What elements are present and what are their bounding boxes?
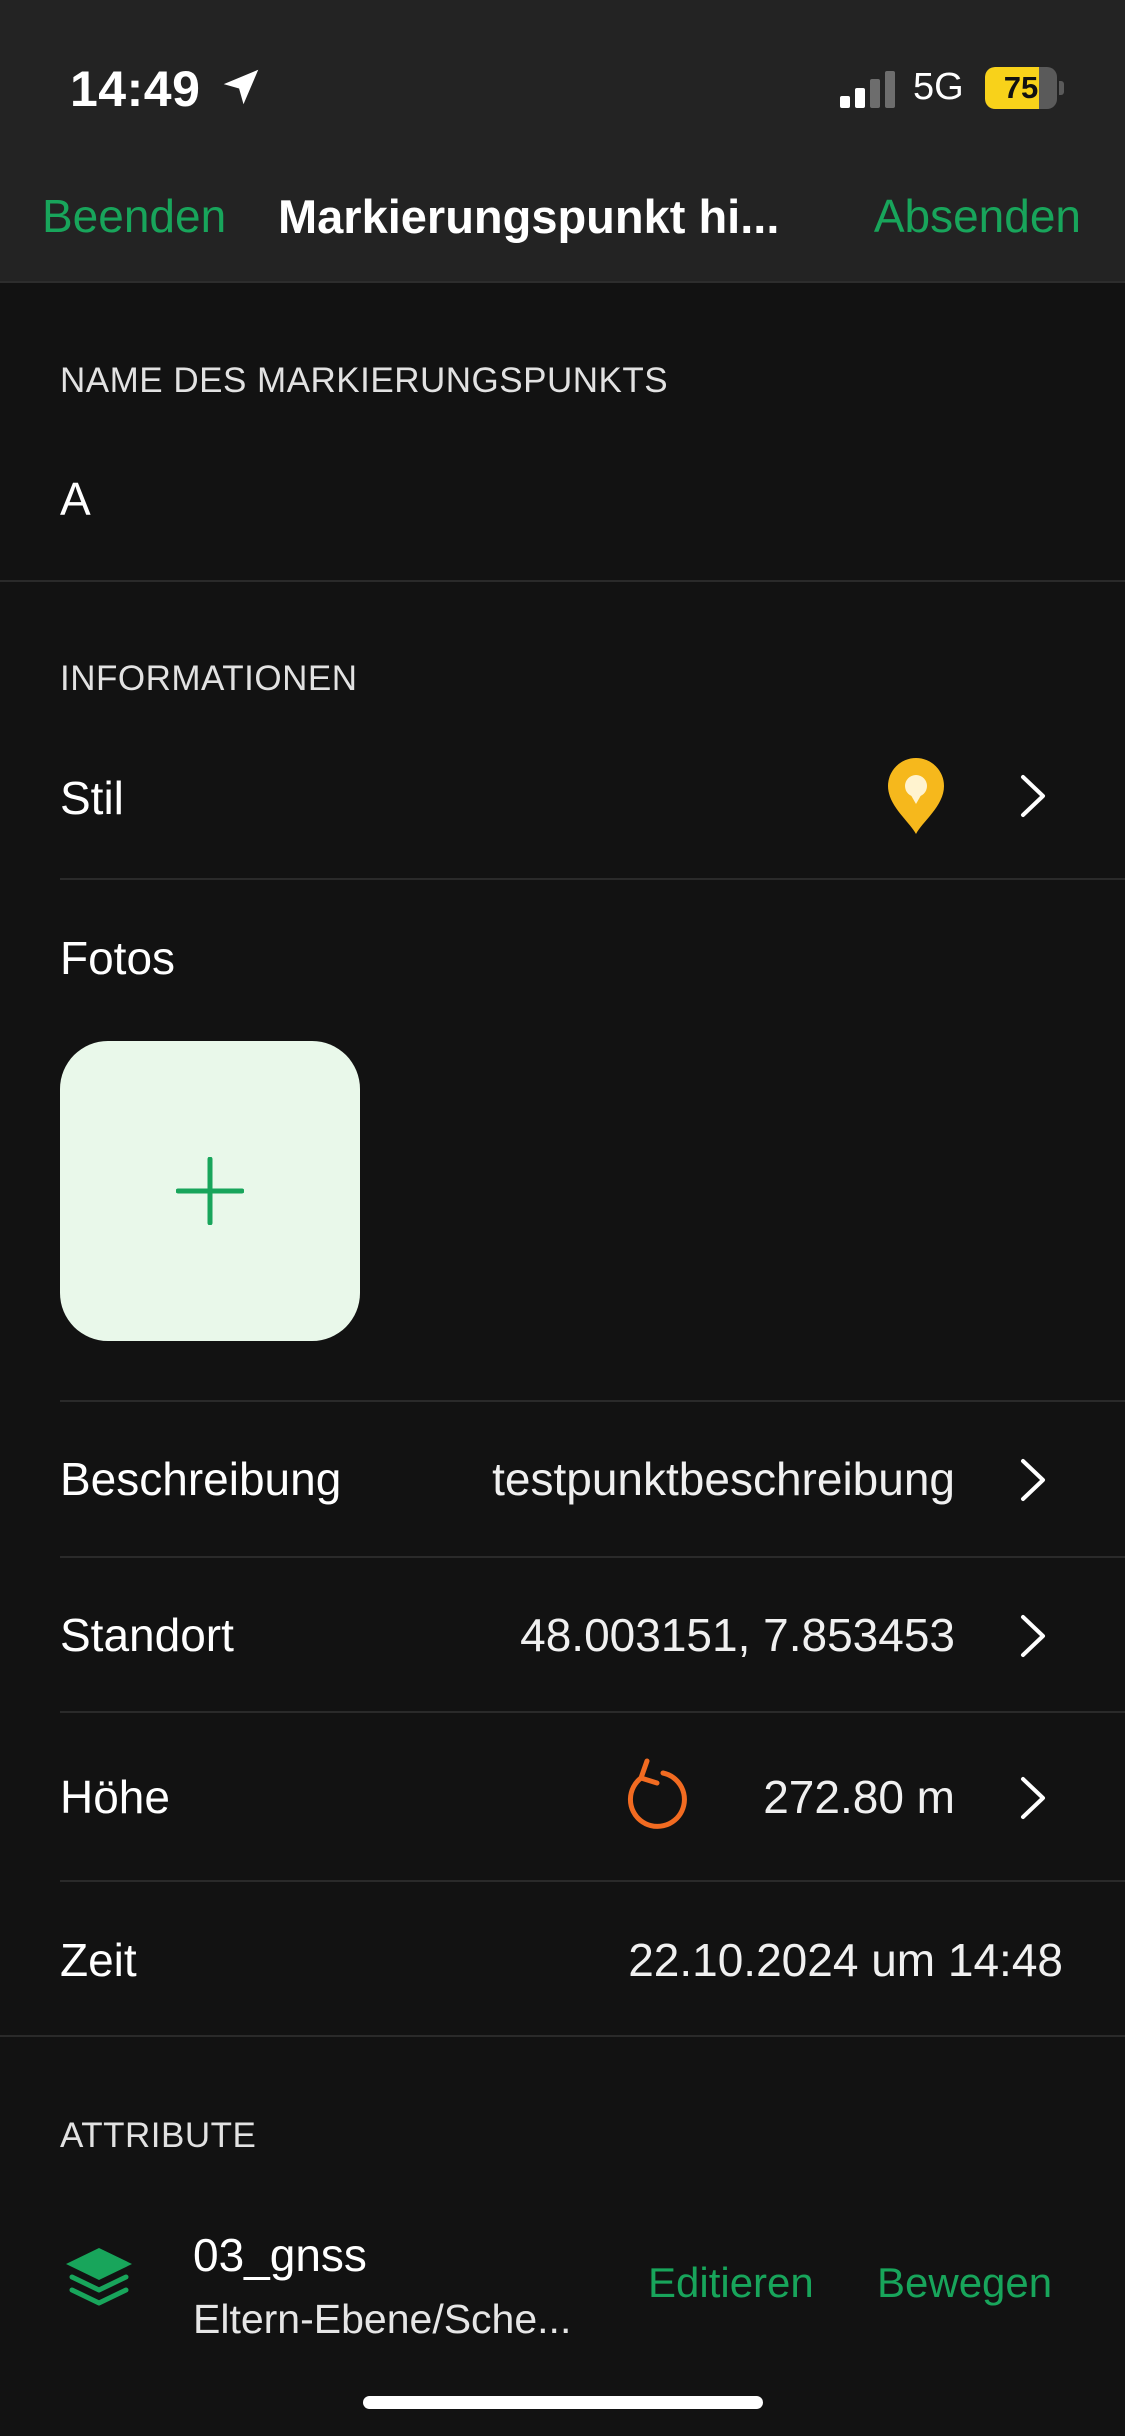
time-label: Zeit bbox=[60, 1934, 137, 1986]
location-value: 48.003151, 7.853453 bbox=[520, 1609, 955, 1661]
move-button[interactable]: Bewegen bbox=[877, 2259, 1052, 2307]
description-value: testpunktbeschreibung bbox=[492, 1453, 955, 1505]
map-pin-icon bbox=[888, 758, 944, 834]
add-photo-button[interactable] bbox=[60, 1041, 360, 1341]
info-section-header: INFORMATIONEN bbox=[60, 659, 358, 698]
top-chrome: 14:49 5G 75 Beenden Markierungspunkt hi.… bbox=[0, 0, 1125, 283]
divider bbox=[60, 1556, 1125, 1558]
battery-percent: 75 bbox=[1003, 70, 1039, 105]
chevron-right-icon bbox=[1021, 775, 1045, 817]
submit-button[interactable]: Absenden bbox=[874, 189, 1081, 243]
screen: 14:49 5G 75 Beenden Markierungspunkt hi.… bbox=[0, 0, 1125, 2436]
divider bbox=[60, 878, 1125, 880]
chevron-right-icon bbox=[1021, 1777, 1045, 1819]
page-title: Markierungspunkt hi... bbox=[278, 190, 780, 243]
chevron-right-icon bbox=[1021, 1459, 1045, 1501]
battery-body: 75 bbox=[985, 67, 1057, 109]
plus-icon bbox=[176, 1157, 244, 1225]
attribute-title: 03_gnss bbox=[193, 2229, 367, 2281]
divider bbox=[60, 1880, 1125, 1882]
description-label: Beschreibung bbox=[60, 1453, 342, 1505]
location-label: Standort bbox=[60, 1609, 234, 1661]
refresh-icon[interactable] bbox=[615, 1753, 691, 1833]
time-value: 22.10.2024 um 14:48 bbox=[628, 1934, 1063, 1986]
divider bbox=[60, 1400, 1125, 1402]
status-bar: 14:49 5G 75 bbox=[0, 0, 1125, 175]
edit-button[interactable]: Editieren bbox=[648, 2259, 814, 2307]
status-time: 14:49 bbox=[70, 61, 201, 117]
network-type: 5G bbox=[913, 66, 964, 108]
style-label: Stil bbox=[60, 772, 124, 824]
divider bbox=[60, 1711, 1125, 1713]
name-section-header: NAME DES MARKIERUNGSPUNKTS bbox=[60, 361, 669, 400]
attribute-subtitle: Eltern-Ebene/Sche... bbox=[193, 2296, 572, 2342]
divider bbox=[0, 580, 1125, 582]
signal-icon bbox=[840, 71, 895, 108]
layers-icon bbox=[66, 2248, 132, 2306]
altitude-value: 272.80 m bbox=[763, 1771, 955, 1823]
location-arrow-icon bbox=[223, 69, 259, 105]
attributes-section-header: ATTRIBUTE bbox=[60, 2116, 257, 2155]
battery-icon: 75 bbox=[985, 67, 1065, 109]
photos-label: Fotos bbox=[60, 932, 176, 984]
cancel-button[interactable]: Beenden bbox=[42, 189, 226, 243]
chevron-right-icon bbox=[1021, 1615, 1045, 1657]
home-indicator bbox=[363, 2396, 763, 2409]
altitude-label: Höhe bbox=[60, 1771, 170, 1823]
nav-bar: Beenden Markierungspunkt hi... Absenden bbox=[0, 175, 1125, 283]
battery-tip bbox=[1059, 81, 1064, 95]
name-field[interactable]: A bbox=[60, 472, 91, 526]
divider bbox=[0, 2035, 1125, 2037]
